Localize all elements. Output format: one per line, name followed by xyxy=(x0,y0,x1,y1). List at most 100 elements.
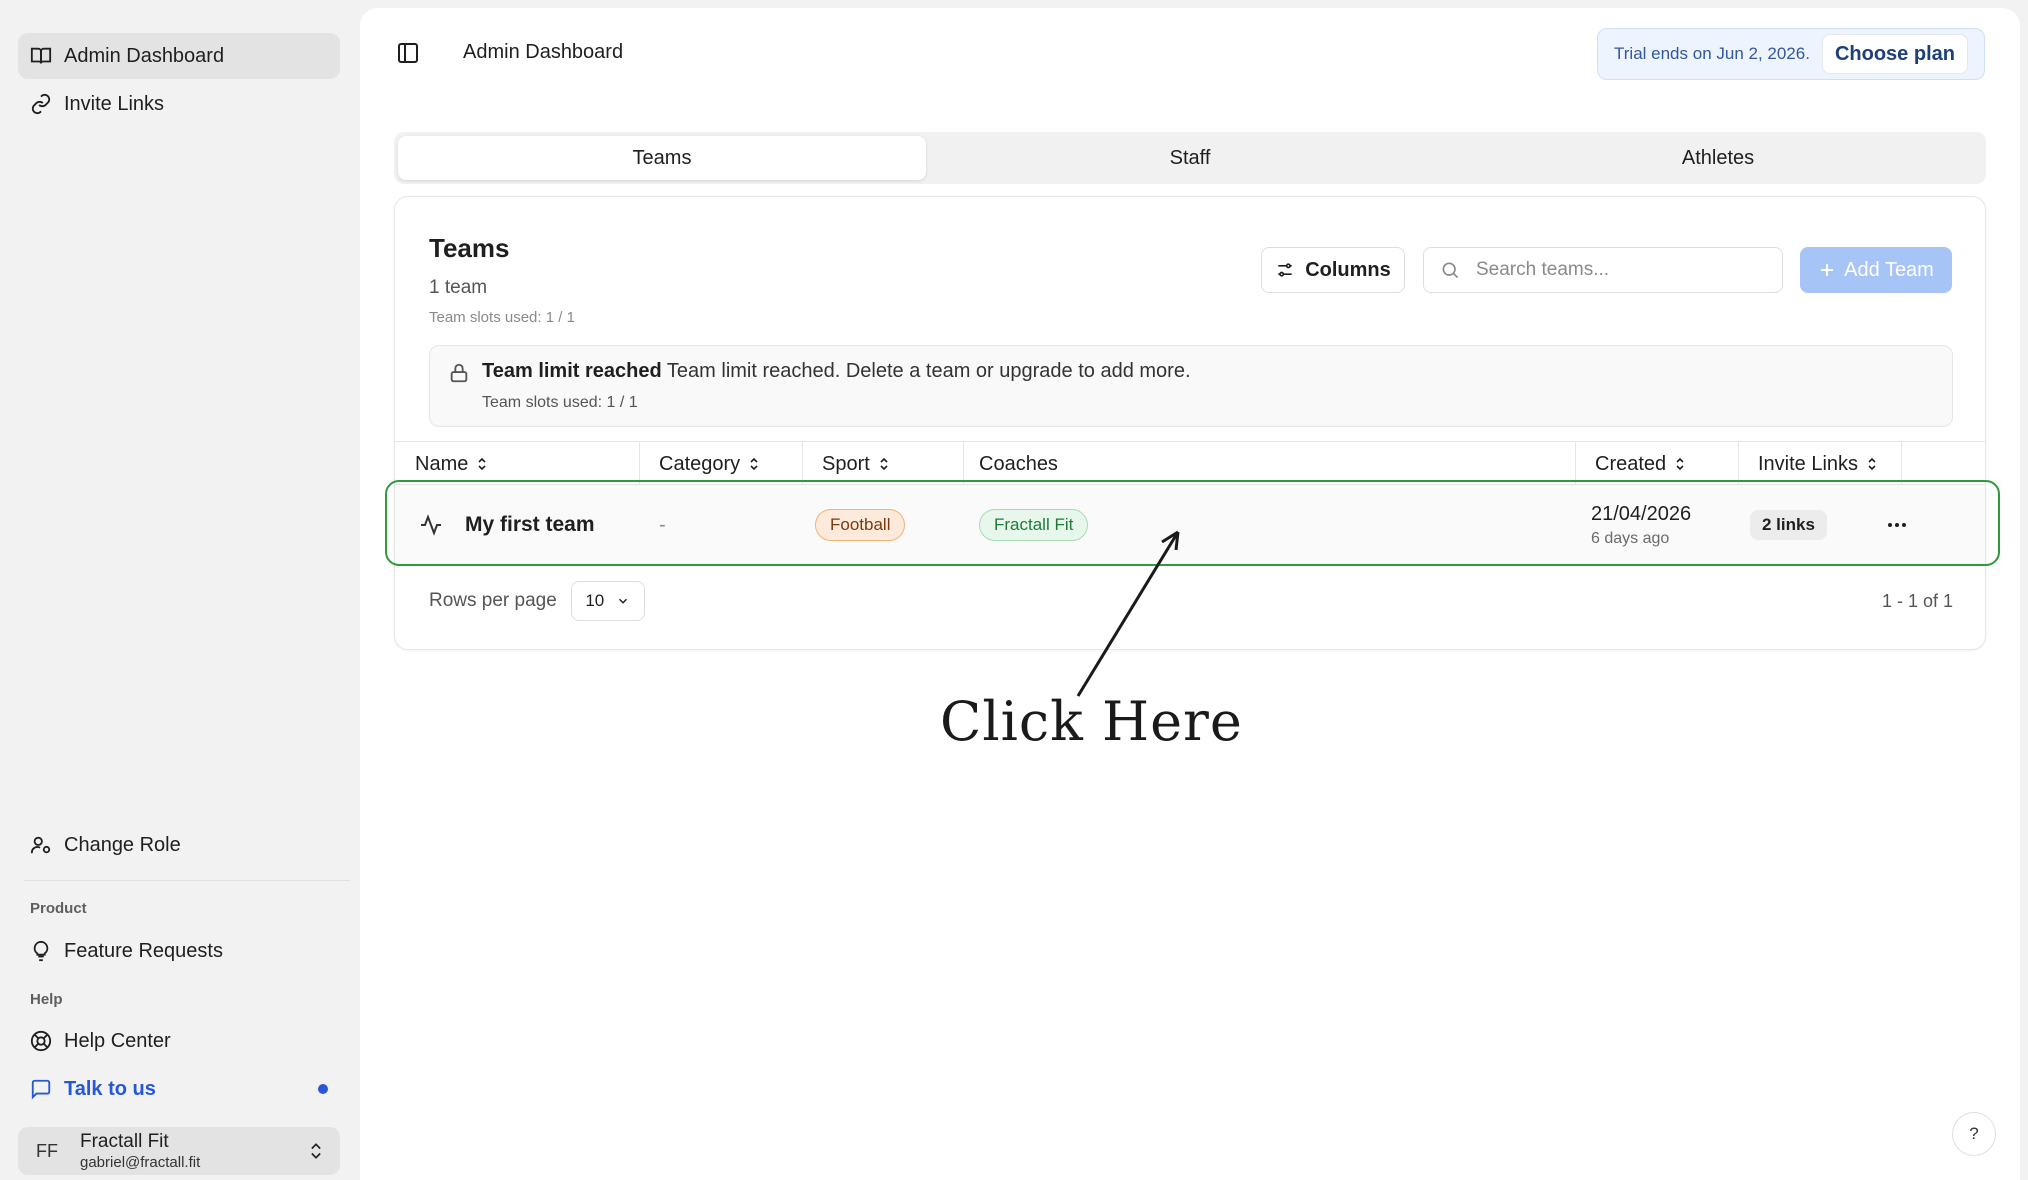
team-links-cell: 2 links xyxy=(1750,485,1827,565)
column-divider xyxy=(639,442,640,486)
sort-icon xyxy=(880,457,888,471)
sport-badge: Football xyxy=(815,509,906,541)
column-divider xyxy=(802,442,803,486)
sidebar-item-feature-requests[interactable]: Feature Requests xyxy=(18,928,340,974)
column-sport[interactable]: Sport xyxy=(822,442,890,486)
trial-banner: Trial ends on Jun 2, 2026. Choose plan xyxy=(1597,28,1985,80)
user-name: Fractall Fit xyxy=(80,1131,169,1152)
lightbulb-icon xyxy=(33,940,49,962)
team-slots: Team slots used: 1 / 1 xyxy=(429,309,575,326)
message-square-icon xyxy=(31,1079,51,1100)
sort-icon xyxy=(1868,457,1876,471)
columns-button[interactable]: Columns xyxy=(1261,247,1405,293)
rows-per-page: Rows per page 10 xyxy=(429,581,645,621)
notification-dot xyxy=(318,1084,328,1094)
sidebar-item-admin-dashboard[interactable]: Admin Dashboard xyxy=(18,33,340,79)
alert-line: Team limit reached Team limit reached. D… xyxy=(482,360,1191,383)
change-role-label: Change Role xyxy=(64,833,181,856)
sidebar-item-talk-to-us[interactable]: Talk to us xyxy=(18,1066,340,1112)
column-invite-links[interactable]: Invite Links xyxy=(1758,442,1878,486)
sidebar-item-label: Talk to us xyxy=(64,1077,156,1100)
teams-card: Teams 1 team Team slots used: 1 / 1 Colu… xyxy=(394,196,1986,650)
created-ago: 6 days ago xyxy=(1591,529,1670,547)
product-section-label: Product xyxy=(30,900,87,917)
add-team-label: Add Team xyxy=(1844,258,1934,281)
help-button[interactable]: ? xyxy=(1952,1112,1996,1156)
column-name[interactable]: Name xyxy=(415,442,488,486)
sidebar-toggle-icon[interactable] xyxy=(396,41,420,65)
chevron-down-icon xyxy=(619,598,628,604)
life-buoy-icon xyxy=(30,1030,52,1052)
sidebar-item-help-center[interactable]: Help Center xyxy=(18,1018,340,1064)
avatar: FF xyxy=(36,1140,58,1161)
column-label: Created xyxy=(1595,452,1667,475)
row-activity-cell xyxy=(419,485,443,565)
team-name[interactable]: My first team xyxy=(465,485,595,565)
column-divider xyxy=(1575,442,1576,486)
column-divider xyxy=(1738,442,1739,486)
team-category: - xyxy=(659,513,666,536)
columns-label: Columns xyxy=(1305,258,1391,281)
change-role-button[interactable]: Change Role xyxy=(18,822,340,868)
row-actions-cell xyxy=(1883,485,1911,565)
column-label: Sport xyxy=(822,452,870,475)
sidebar-item-label: Help Center xyxy=(64,1029,171,1052)
more-actions-icon[interactable] xyxy=(1883,511,1911,539)
sliders-icon xyxy=(1278,263,1292,277)
user-switcher[interactable]: FF Fractall Fit gabriel@fractall.fit xyxy=(18,1127,340,1175)
search-input[interactable] xyxy=(1476,259,1756,281)
team-created-cell: 21/04/2026 6 days ago xyxy=(1591,485,1691,565)
teams-title: Teams xyxy=(429,233,510,263)
rows-per-page-value: 10 xyxy=(585,591,605,610)
sidebar-divider xyxy=(24,880,350,881)
sort-icon xyxy=(478,457,486,471)
created-date: 21/04/2026 xyxy=(1591,502,1692,525)
page-title: Admin Dashboard xyxy=(463,41,624,63)
column-created[interactable]: Created xyxy=(1595,442,1686,486)
invite-links-badge[interactable]: 2 links xyxy=(1750,510,1827,540)
add-team-button[interactable]: Add Team xyxy=(1800,247,1952,293)
column-divider xyxy=(963,442,964,486)
link-icon xyxy=(31,93,51,115)
plus-icon xyxy=(1821,264,1834,276)
column-coaches: Coaches xyxy=(979,442,1058,486)
alert-message: Team limit reached. Delete a team or upg… xyxy=(666,360,1191,382)
rows-per-page-select[interactable]: 10 xyxy=(570,581,645,621)
column-label: Name xyxy=(415,452,469,475)
help-section-label: Help xyxy=(30,991,63,1008)
main-panel: Admin Dashboard Trial ends on Jun 2, 202… xyxy=(360,8,2020,1180)
sidebar-item-invite-links[interactable]: Invite Links xyxy=(18,81,340,127)
tab-athletes[interactable]: Athletes xyxy=(1454,136,1982,180)
search-box xyxy=(1423,247,1783,293)
choose-plan-button[interactable]: Choose plan xyxy=(1821,34,1968,74)
chevrons-up-down-icon xyxy=(311,1143,321,1159)
table-header: Name Category Sport Coaches Created Invi… xyxy=(395,441,1985,486)
team-sport-cell: Football xyxy=(815,485,906,565)
trial-text: Trial ends on Jun 2, 2026. xyxy=(1614,44,1810,63)
teams-count: 1 team xyxy=(429,277,488,298)
tab-teams[interactable]: Teams xyxy=(398,136,926,180)
lock-icon xyxy=(450,363,468,383)
column-divider xyxy=(1901,442,1902,486)
sidebar: Admin Dashboard Invite Links Change Role… xyxy=(0,0,360,1180)
column-label: Coaches xyxy=(979,452,1058,475)
column-label: Invite Links xyxy=(1758,452,1859,475)
annotation-arrow-icon xyxy=(1076,530,1180,697)
alert-slots: Team slots used: 1 / 1 xyxy=(482,394,638,411)
pagination-info: 1 - 1 of 1 xyxy=(1881,590,1953,611)
user-email: gabriel@fractall.fit xyxy=(80,1154,201,1171)
sort-icon xyxy=(750,457,758,471)
sidebar-item-label: Admin Dashboard xyxy=(64,44,225,67)
tab-bar: Teams Staff Athletes xyxy=(394,132,1986,184)
table-row[interactable]: My first team - Football Fractall Fit 21… xyxy=(395,485,1985,565)
alert-title: Team limit reached xyxy=(482,360,662,382)
activity-icon xyxy=(421,514,441,536)
user-cog-icon xyxy=(30,836,51,854)
sidebar-item-label: Feature Requests xyxy=(64,939,223,962)
sort-icon xyxy=(1676,457,1684,471)
column-category[interactable]: Category xyxy=(659,442,760,486)
annotation-text: Click Here xyxy=(940,690,1243,753)
sidebar-item-label: Invite Links xyxy=(64,92,165,115)
book-open-icon xyxy=(30,47,52,64)
tab-staff[interactable]: Staff xyxy=(926,136,1454,180)
